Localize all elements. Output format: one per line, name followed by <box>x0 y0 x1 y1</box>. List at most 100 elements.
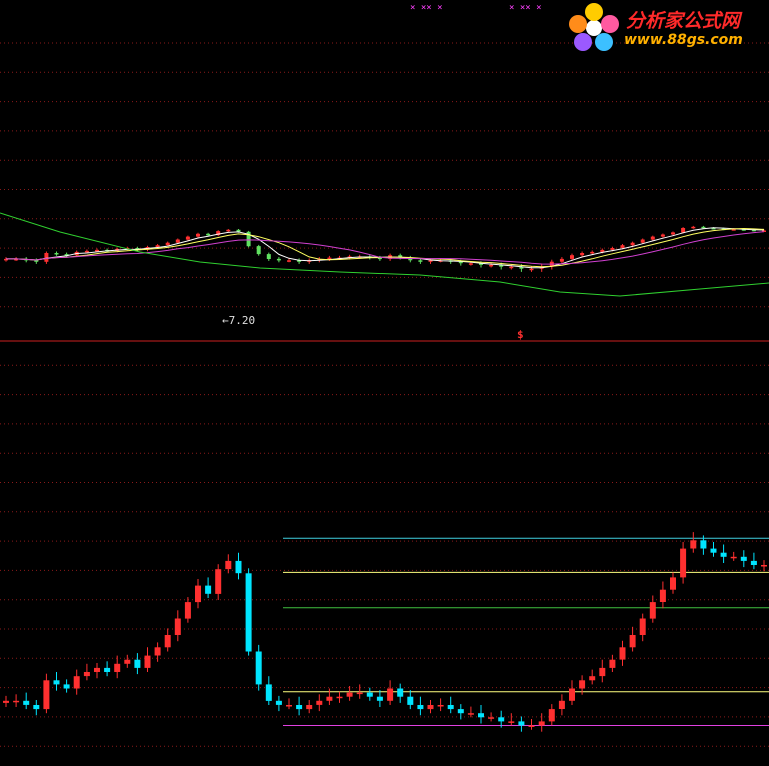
candle-body <box>316 700 323 705</box>
candle-body <box>548 709 555 722</box>
candle-body <box>740 556 747 561</box>
candle-body <box>134 659 141 668</box>
watermark-logo: 分析家公式网 www.88gs.com <box>566 2 766 54</box>
upper-candle-body <box>660 234 665 237</box>
upper-candle-body <box>580 253 585 256</box>
signal-marks-right: × ×× × <box>509 3 542 13</box>
upper-candle-body <box>206 233 211 236</box>
upper-candle-body <box>175 239 180 243</box>
lower-indicator-panel <box>3 532 769 732</box>
candle-body <box>488 717 495 719</box>
candle-body <box>589 676 596 681</box>
watermark-brand: 分析家公式网 <box>626 10 741 32</box>
candle-body <box>579 680 586 689</box>
candle-body <box>104 667 111 672</box>
candle-body <box>730 556 737 559</box>
candle-body <box>569 688 575 701</box>
upper-candle-body <box>84 250 89 253</box>
grid-lines <box>0 42 769 747</box>
candle-body <box>195 585 201 603</box>
low-price-value: 7.20 <box>228 314 256 327</box>
candle-body <box>690 540 697 549</box>
candle-body <box>366 692 373 697</box>
upper-candle-body <box>155 245 160 247</box>
candle-body <box>649 602 656 619</box>
candle-body <box>275 700 282 705</box>
candle-body <box>437 705 444 707</box>
candle-body <box>619 647 626 660</box>
candle-body <box>63 684 70 689</box>
upper-candle-body <box>468 263 473 265</box>
candle-body <box>457 709 464 714</box>
signal-dollar: $ <box>517 328 524 341</box>
candle-body <box>750 560 757 565</box>
upper-candle-body <box>418 260 423 262</box>
upper-candle-body <box>600 249 605 252</box>
candle-body <box>286 705 292 707</box>
candlestick-chart <box>0 42 769 747</box>
candle-body <box>538 721 545 726</box>
candle-body <box>761 565 767 567</box>
candle-body <box>629 635 636 648</box>
candle-body <box>609 659 616 668</box>
candle-body <box>255 651 262 685</box>
upper-candle-body <box>559 258 564 262</box>
candle-body <box>528 725 535 727</box>
candle-body <box>478 713 484 718</box>
candle-body <box>296 705 303 710</box>
candle-body <box>680 548 687 578</box>
candle-body <box>498 717 505 722</box>
candle-body <box>73 676 80 689</box>
candle-body <box>326 696 333 701</box>
candle-body <box>225 560 232 570</box>
candle-body <box>215 569 222 594</box>
candle-body <box>265 684 272 701</box>
upper-candle-body <box>489 264 494 267</box>
candle-body <box>83 672 90 677</box>
upper-candle-body <box>256 246 261 255</box>
watermark-url: www.88gs.com <box>624 32 743 48</box>
upper-candle-body <box>34 260 39 262</box>
upper-candle-body <box>620 245 625 248</box>
candle-body <box>387 688 394 701</box>
candle-body <box>43 680 50 710</box>
candle-body <box>659 589 666 602</box>
signal-marks-left: × ×× × <box>410 3 443 13</box>
candle-body <box>13 700 20 703</box>
candle-body <box>144 655 151 668</box>
candle-body <box>33 705 40 710</box>
upper-candle-body <box>226 229 231 232</box>
candle-body <box>184 602 191 619</box>
candle-body <box>720 552 727 557</box>
candle-body <box>245 573 252 652</box>
candle-body <box>205 585 212 594</box>
upper-candle-body <box>287 260 291 262</box>
candle-body <box>558 700 565 709</box>
candle-body <box>154 647 161 656</box>
candle-body <box>53 680 60 685</box>
upper-candle-body <box>327 257 332 260</box>
candle-body <box>639 618 646 635</box>
candle-body <box>710 548 717 553</box>
candle-body <box>3 700 9 703</box>
candle-body <box>376 696 383 701</box>
candle-body <box>94 667 100 672</box>
upper-candle-body <box>691 226 696 229</box>
upper-candle-body <box>610 248 615 250</box>
upper-candle-body <box>529 268 534 271</box>
candle-body <box>427 705 434 710</box>
candle-body <box>164 635 171 648</box>
candle-body <box>407 696 414 705</box>
candle-body <box>114 663 121 672</box>
upper-candle-body <box>650 236 655 240</box>
candle-body <box>447 705 454 710</box>
candle-body <box>700 540 707 549</box>
upper-candle-body <box>266 254 271 259</box>
upper-candle-body <box>196 233 200 237</box>
candle-body <box>508 721 515 723</box>
upper-candle-body <box>630 242 635 246</box>
upper-candle-body <box>570 255 574 259</box>
flower-icon <box>569 3 619 51</box>
candle-body <box>124 659 131 664</box>
candle-body <box>336 696 343 699</box>
